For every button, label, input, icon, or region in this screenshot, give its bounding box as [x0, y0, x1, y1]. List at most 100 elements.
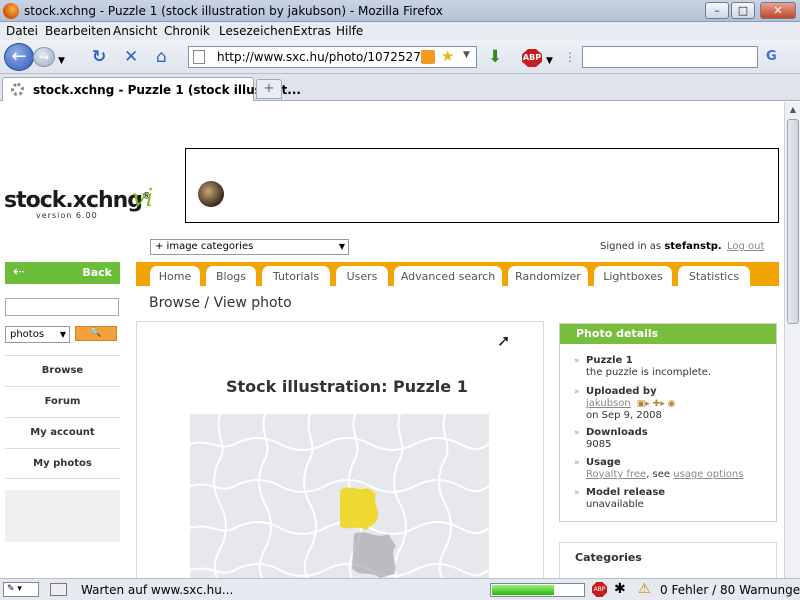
- sidebar-box: [5, 490, 120, 542]
- bullet-icon: »: [574, 458, 580, 468]
- logout-link[interactable]: Log out: [727, 241, 764, 252]
- chevron-down-icon: ▼: [338, 242, 345, 251]
- maximize-button[interactable]: □: [731, 2, 755, 19]
- rss-feed-icon[interactable]: [421, 50, 435, 64]
- bullet-icon: »: [574, 488, 580, 498]
- menu-extras[interactable]: Extras: [293, 24, 331, 38]
- menu-lesezeichen[interactable]: Lesezeichen: [219, 24, 293, 38]
- breadcrumb: Browse / View photo: [149, 295, 292, 311]
- home-icon[interactable]: ⌂: [156, 48, 167, 66]
- back-label: Back: [82, 266, 112, 279]
- history-dropdown-icon[interactable]: ▼: [58, 52, 65, 70]
- search-go-button[interactable]: 🔍: [75, 326, 117, 341]
- menu-chronik[interactable]: Chronik: [164, 24, 210, 38]
- search-input[interactable]: [582, 46, 758, 68]
- tab-lightboxes[interactable]: Lightboxes: [594, 266, 672, 286]
- download-icon[interactable]: ⬇: [488, 48, 502, 66]
- chevron-down-icon: ▼: [59, 330, 66, 339]
- ad-banner[interactable]: [185, 148, 779, 223]
- warning-icon[interactable]: ⚠: [638, 581, 651, 597]
- bookmark-star-icon[interactable]: ★: [441, 47, 454, 65]
- close-button[interactable]: ✕: [760, 2, 796, 19]
- bullet-icon: »: [574, 387, 580, 397]
- page-content: stock.xchng® vi version 6.00 + image cat…: [0, 102, 784, 578]
- arrow-left-icon: ←: [11, 46, 27, 67]
- forward-button[interactable]: →: [33, 47, 55, 67]
- progress-fill: [492, 585, 554, 595]
- uploader-link[interactable]: jakubson: [586, 398, 631, 409]
- google-search-icon[interactable]: G: [766, 49, 782, 65]
- royalty-free-link[interactable]: Royalty free: [586, 469, 646, 480]
- signed-in-label: Signed in as stefanstp.: [600, 241, 722, 252]
- url-bar[interactable]: http://www.sxc.hu/photo/1072527 ★ ▼: [188, 46, 477, 68]
- firebug-icon[interactable]: ✱: [614, 581, 626, 597]
- banner-image-icon: [198, 181, 224, 207]
- toolbar-splitter-icon[interactable]: ⋮: [564, 48, 576, 66]
- error-count[interactable]: 0 Fehler / 80 Warnungen: [660, 583, 800, 597]
- photo-image[interactable]: [190, 414, 489, 578]
- status-text: Warten auf www.sxc.hu...: [81, 583, 234, 597]
- arrow-right-icon: →: [38, 50, 50, 64]
- sidebar-item-forum[interactable]: Forum: [5, 386, 120, 417]
- site-logo[interactable]: stock.xchng®: [4, 188, 151, 213]
- usage-options-link[interactable]: usage options: [673, 469, 743, 480]
- url-dropdown-icon[interactable]: ▼: [463, 50, 470, 60]
- scroll-thumb[interactable]: [787, 119, 799, 324]
- search-type-select[interactable]: photos ▼: [5, 326, 70, 343]
- bullet-icon: »: [574, 356, 580, 366]
- user-icons[interactable]: ▣▸ ✚▸ ◉: [634, 399, 676, 409]
- back-link[interactable]: ⇠ Back: [5, 262, 120, 284]
- stop-icon[interactable]: ✕: [124, 48, 138, 66]
- adblock-status-icon[interactable]: ABP: [592, 582, 607, 597]
- menu-bearbeiten[interactable]: Bearbeiten: [45, 24, 111, 38]
- bullet-icon: »: [574, 428, 580, 438]
- tab-tutorials[interactable]: Tutorials: [262, 266, 330, 286]
- keyboard-icon[interactable]: [50, 583, 67, 596]
- tab-advanced-search[interactable]: Advanced search: [394, 266, 502, 286]
- username: stefanstp.: [664, 241, 722, 252]
- edit-tool-icon[interactable]: ✎ ▾: [3, 582, 39, 597]
- photo-details-header: Photo details: [560, 324, 776, 344]
- site-search-input[interactable]: [5, 298, 119, 316]
- navigation-toolbar: ← → ▼ ↻ ✕ ⌂ http://www.sxc.hu/photo/1072…: [0, 40, 800, 74]
- sidebar-item-my-account[interactable]: My account: [5, 417, 120, 448]
- photo-details-panel: Photo details » Puzzle 1 the puzzle is i…: [559, 323, 777, 522]
- menu-ansicht[interactable]: Ansicht: [113, 24, 157, 38]
- arrow-left-icon: ⇠: [13, 264, 25, 280]
- logo-version-text: version 6.00: [36, 211, 98, 220]
- sidebar-item-browse[interactable]: Browse: [5, 355, 120, 386]
- firefox-logo-icon: [3, 3, 19, 19]
- tab-statistics[interactable]: Statistics: [678, 266, 750, 286]
- tab-strip: stock.xchng - Puzzle 1 (stock illustrat.…: [0, 74, 800, 101]
- scroll-up-icon[interactable]: ▲: [786, 102, 800, 118]
- page-icon: [193, 50, 205, 64]
- photo-title: Stock illustration: Puzzle 1: [226, 377, 468, 396]
- new-tab-button[interactable]: +: [256, 79, 282, 99]
- tab-home[interactable]: Home: [150, 266, 200, 286]
- menu-datei[interactable]: Datei: [6, 24, 38, 38]
- back-button[interactable]: ←: [4, 43, 34, 71]
- tab-users[interactable]: Users: [336, 266, 388, 286]
- menu-hilfe[interactable]: Hilfe: [336, 24, 363, 38]
- window-title: stock.xchng - Puzzle 1 (stock illustrati…: [24, 4, 443, 18]
- tab-randomizer[interactable]: Randomizer: [508, 266, 588, 286]
- loading-spinner-icon: [11, 83, 24, 96]
- reload-icon[interactable]: ↻: [92, 48, 106, 66]
- loading-progress-bar: [490, 583, 585, 597]
- abp-dropdown-icon[interactable]: ▼: [546, 52, 553, 70]
- menu-bar: Datei Bearbeiten Ansicht Chronik Lesezei…: [0, 22, 800, 40]
- logo-version-mark: vi: [132, 184, 154, 212]
- image-categories-select[interactable]: + image categories ▼: [150, 239, 349, 255]
- categories-header: Categories: [575, 551, 642, 564]
- tab-blogs[interactable]: Blogs: [206, 266, 256, 286]
- url-text: http://www.sxc.hu/photo/1072527: [217, 50, 421, 64]
- vertical-scrollbar[interactable]: ▲: [784, 102, 800, 578]
- status-bar: ✎ ▾ Warten auf www.sxc.hu... ABP ✱ ⚠ 0 F…: [0, 578, 800, 600]
- adblock-plus-icon[interactable]: ABP: [522, 49, 542, 67]
- tab-active[interactable]: stock.xchng - Puzzle 1 (stock illustrat.…: [2, 77, 301, 101]
- site-nav-tabs: Home Blogs Tutorials Users Advanced sear…: [136, 262, 779, 286]
- mouse-cursor-icon: ➚: [497, 331, 511, 350]
- sidebar-item-my-photos[interactable]: My photos: [5, 448, 120, 479]
- window-titlebar: stock.xchng - Puzzle 1 (stock illustrati…: [0, 0, 800, 22]
- minimize-button[interactable]: –: [705, 2, 729, 19]
